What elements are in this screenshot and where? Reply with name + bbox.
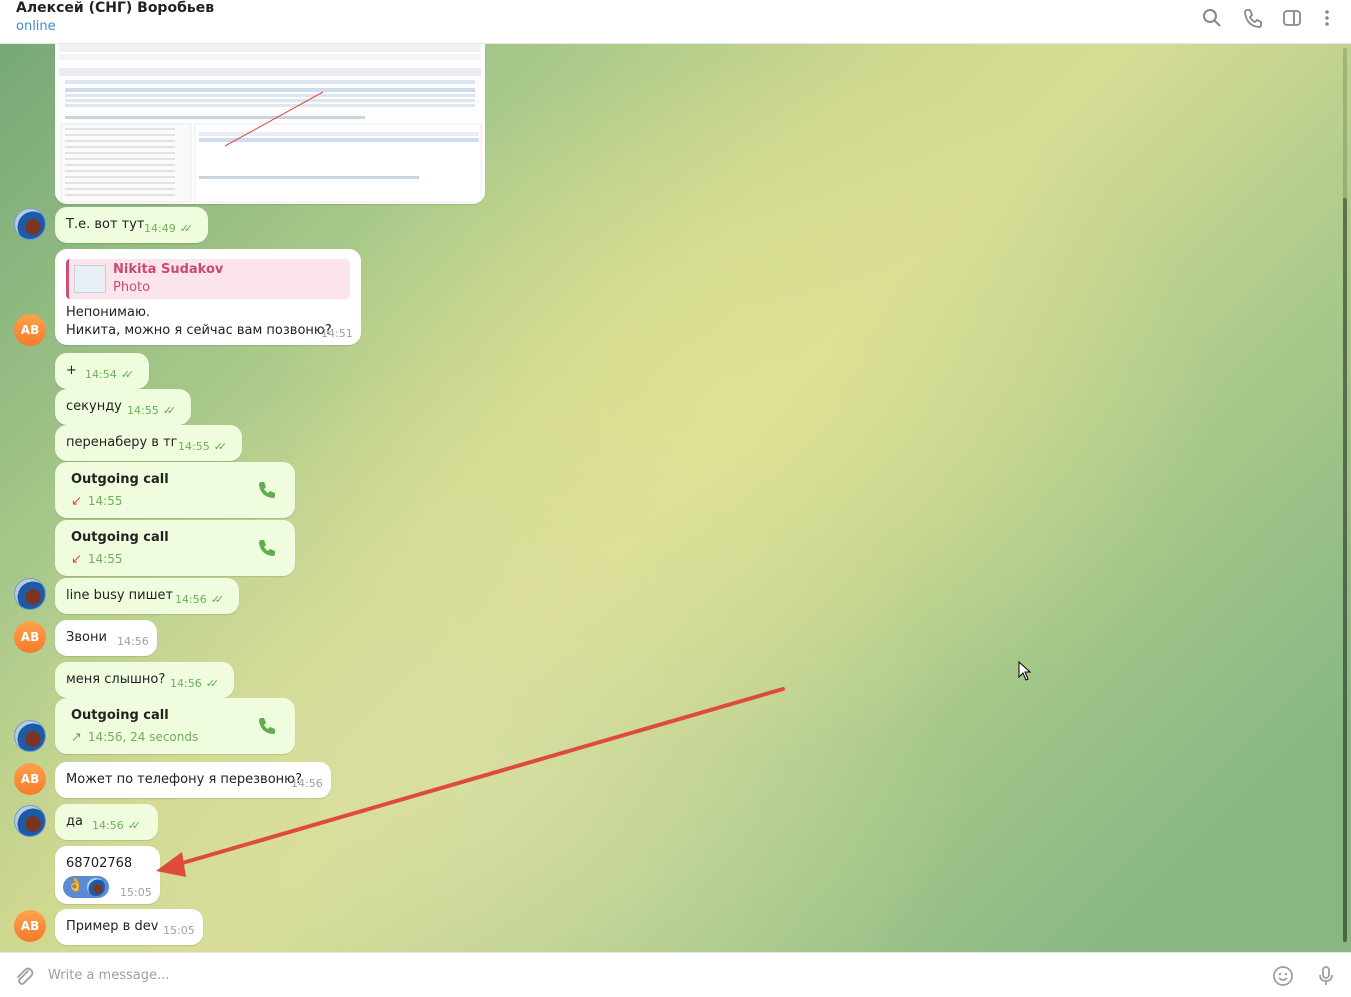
call-details: ↙ 14:55 — [71, 552, 123, 567]
message-bubble[interactable]: Nikita Sudakov Photo Непонимаю. Никита, … — [55, 249, 361, 345]
microphone-icon[interactable] — [1314, 964, 1338, 988]
message-time: 15:05 — [120, 886, 152, 899]
avatar[interactable] — [14, 720, 46, 752]
message-text: 68702768 — [66, 856, 133, 871]
read-check-icon: ✓✓ — [120, 368, 135, 381]
message-time: 15:05 — [163, 924, 195, 937]
message-time: 14:56 ✓✓ — [175, 593, 225, 606]
read-check-icon: ✓✓ — [127, 819, 142, 832]
call-message[interactable]: Outgoing call ↙ 14:55 — [55, 462, 295, 518]
message-time: 14:49 ✓✓ — [144, 222, 194, 235]
chat-header: Алексей (СНГ) Воробьев online — [0, 0, 1351, 44]
scrollbar-thumb[interactable] — [1343, 198, 1347, 942]
message-time: 14:54 ✓✓ — [85, 368, 135, 381]
read-check-icon: ✓✓ — [162, 404, 177, 417]
message-text: Звони — [66, 630, 107, 645]
read-check-icon: ✓✓ — [210, 593, 225, 606]
more-vert-icon[interactable] — [1316, 7, 1338, 29]
avatar[interactable] — [14, 805, 46, 837]
reaction-badge[interactable]: 👌 — [63, 876, 109, 898]
avatar[interactable]: AB — [14, 621, 46, 653]
attach-paperclip-icon[interactable] — [12, 964, 36, 988]
message-text: Т.е. вот тут — [66, 217, 145, 232]
mouse-cursor-icon — [1018, 661, 1032, 681]
message-bubble[interactable]: + 14:54 ✓✓ — [55, 353, 149, 389]
message-text: перенаберу в тг — [66, 435, 178, 450]
message-text: Пример в dev — [66, 919, 159, 934]
message-text: меня слышно? — [66, 672, 166, 687]
message-text: line busy пишет — [66, 588, 174, 603]
message-bubble[interactable]: line busy пишет 14:56 ✓✓ — [55, 578, 239, 614]
message-bubble[interactable]: да 14:56 ✓✓ — [55, 804, 158, 840]
photo-message[interactable] — [55, 44, 485, 204]
message-bubble[interactable]: 68702768 👌 15:05 — [55, 846, 160, 904]
phone-icon[interactable] — [1242, 7, 1264, 29]
message-time: 14:56 — [291, 777, 323, 790]
screenshot-thumbnail-image — [55, 44, 485, 204]
message-time: 14:51 — [321, 327, 353, 340]
call-details: ↗ 14:56, 24 seconds — [71, 730, 199, 745]
reactor-avatar — [87, 878, 105, 896]
phone-call-icon[interactable] — [257, 480, 277, 500]
message-time: 14:55 ✓✓ — [127, 404, 177, 417]
message-text: Может по телефону я перезвоню? — [66, 772, 303, 787]
call-message[interactable]: Outgoing call ↗ 14:56, 24 seconds — [55, 698, 295, 754]
message-bubble[interactable]: перенаберу в тг 14:55 ✓✓ — [55, 425, 242, 461]
missed-call-arrow-icon: ↙ — [71, 552, 82, 567]
call-title: Outgoing call — [71, 708, 169, 723]
contact-status: online — [16, 19, 56, 34]
message-text: + — [66, 363, 77, 378]
reply-type: Photo — [113, 280, 151, 295]
contact-name[interactable]: Алексей (СНГ) Воробьев — [16, 0, 214, 16]
scrollbar[interactable] — [1343, 48, 1347, 942]
phone-call-icon[interactable] — [257, 716, 277, 736]
read-check-icon: ✓✓ — [179, 222, 194, 235]
call-title: Outgoing call — [71, 472, 169, 487]
call-message[interactable]: Outgoing call ↙ 14:55 — [55, 520, 295, 576]
message-time: 14:56 — [117, 635, 149, 648]
ok-hand-emoji-icon: 👌 — [67, 878, 84, 893]
search-icon[interactable] — [1201, 7, 1223, 29]
sidebar-toggle-icon[interactable] — [1281, 7, 1303, 29]
message-bubble[interactable]: Может по телефону я перезвоню? 14:56 — [55, 762, 331, 798]
read-check-icon: ✓✓ — [213, 440, 228, 453]
message-bubble[interactable]: Звони 14:56 — [55, 620, 157, 656]
outgoing-call-arrow-icon: ↗ — [71, 730, 82, 745]
phone-call-icon[interactable] — [257, 538, 277, 558]
message-text: да — [66, 814, 83, 829]
call-title: Outgoing call — [71, 530, 169, 545]
message-time: 14:56 ✓✓ — [92, 819, 142, 832]
reply-photo-thumbnail — [74, 265, 106, 293]
avatar[interactable]: AB — [14, 763, 46, 795]
reply-author: Nikita Sudakov — [113, 262, 224, 277]
message-bubble[interactable]: Пример в dev 15:05 — [55, 909, 203, 945]
message-text: Непонимаю. — [66, 305, 151, 320]
call-details: ↙ 14:55 — [71, 494, 123, 509]
message-time: 14:56 ✓✓ — [170, 677, 220, 690]
message-time: 14:55 ✓✓ — [178, 440, 228, 453]
message-composer — [0, 952, 1351, 997]
avatar[interactable]: AB — [14, 910, 46, 942]
chat-area[interactable]: Т.е. вот тут 14:49 ✓✓ AB Nikita Sudakov P… — [0, 44, 1351, 952]
message-bubble[interactable]: меня слышно? 14:56 ✓✓ — [55, 662, 234, 698]
avatar[interactable] — [14, 578, 46, 610]
emoji-icon[interactable] — [1271, 964, 1295, 988]
missed-call-arrow-icon: ↙ — [71, 494, 82, 509]
read-check-icon: ✓✓ — [205, 677, 220, 690]
message-bubble[interactable]: секунду 14:55 ✓✓ — [55, 389, 191, 425]
message-input[interactable] — [48, 963, 1228, 987]
message-bubble[interactable]: Т.е. вот тут 14:49 ✓✓ — [55, 207, 208, 243]
reply-preview[interactable]: Nikita Sudakov Photo — [66, 259, 350, 299]
message-text: секунду — [66, 399, 122, 414]
avatar[interactable] — [14, 208, 46, 240]
message-text: Никита, можно я сейчас вам позвоню? — [66, 323, 332, 338]
avatar[interactable]: AB — [14, 314, 46, 346]
